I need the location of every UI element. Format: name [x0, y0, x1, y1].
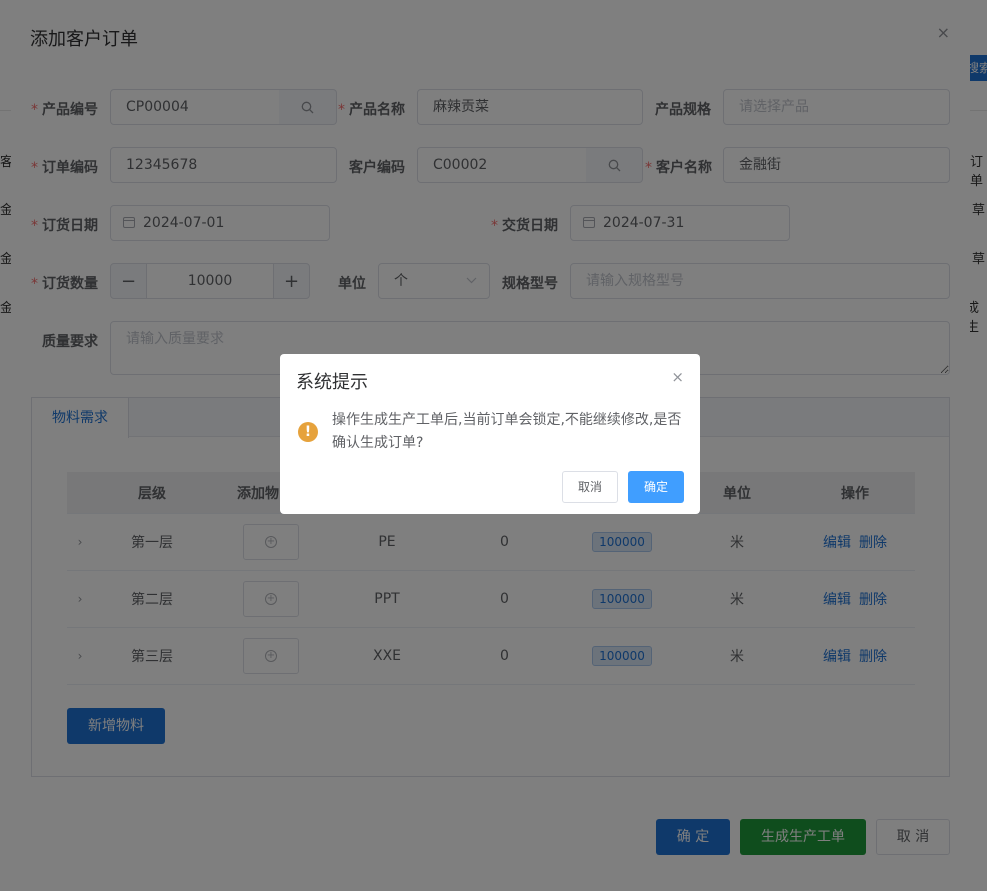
system-prompt-dialog: 系统提示 × ! 操作生成生产工单后,当前订单会锁定,不能继续修改,是否确认生成…	[280, 354, 700, 514]
confirm-cancel-button[interactable]: 取消	[562, 471, 618, 503]
confirm-title: 系统提示	[296, 372, 368, 393]
confirm-message: 操作生成生产工单后,当前订单会锁定,不能继续修改,是否确认生成订单?	[332, 412, 682, 451]
warning-icon: !	[298, 422, 318, 442]
confirm-ok-button[interactable]: 确定	[628, 471, 684, 503]
close-icon[interactable]: ×	[671, 368, 684, 386]
